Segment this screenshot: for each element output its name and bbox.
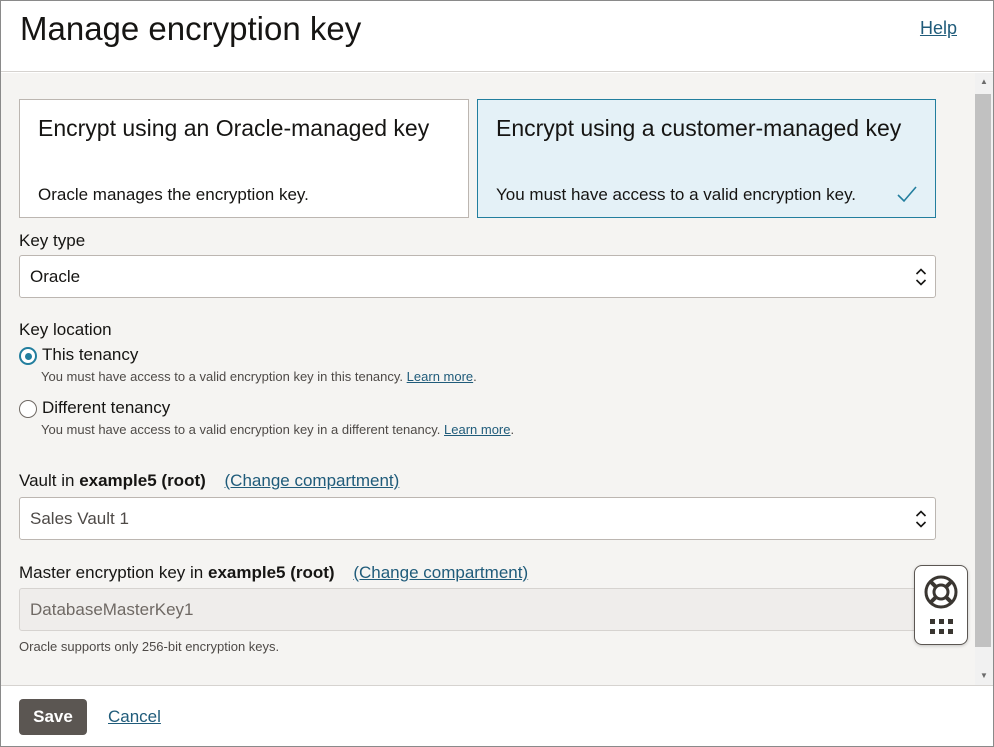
dialog-header: Manage encryption key Help xyxy=(1,1,993,72)
master-key-select[interactable]: DatabaseMasterKey1 xyxy=(19,588,936,631)
vault-select[interactable]: Sales Vault 1 xyxy=(19,497,936,540)
oracle-managed-key-option[interactable]: Encrypt using an Oracle-managed key Orac… xyxy=(19,99,469,218)
dialog-body: Encrypt using an Oracle-managed key Orac… xyxy=(1,73,975,685)
learn-more-link[interactable]: Learn more xyxy=(407,369,473,384)
lifebuoy-icon[interactable] xyxy=(923,574,959,610)
radio-help-text: You must have access to a valid encrypti… xyxy=(41,369,477,384)
radio-label: This tenancy xyxy=(42,345,139,364)
scroll-thumb[interactable] xyxy=(975,94,991,647)
vertical-scrollbar[interactable]: ▲ ▼ xyxy=(975,73,993,685)
dialog-footer: Save Cancel xyxy=(1,685,993,746)
option-description: You must have access to a valid encrypti… xyxy=(496,185,857,204)
scroll-down-arrow-icon[interactable]: ▼ xyxy=(975,667,993,685)
master-key-label: Master encryption key in example5 (root)… xyxy=(19,563,528,583)
help-text-end: . xyxy=(473,369,477,384)
vault-label: Vault in example5 (root) (Change compart… xyxy=(19,471,399,491)
updown-chevron-icon xyxy=(915,268,927,286)
key-type-select[interactable]: Oracle xyxy=(19,255,936,298)
help-link[interactable]: Help xyxy=(920,18,957,39)
page-title: Manage encryption key xyxy=(20,10,362,47)
radio-button[interactable] xyxy=(19,400,37,418)
vault-change-compartment-link[interactable]: (Change compartment) xyxy=(225,471,400,490)
help-text: You must have access to a valid encrypti… xyxy=(41,422,441,437)
radio-help-text: You must have access to a valid encrypti… xyxy=(41,422,514,437)
vault-value: Sales Vault 1 xyxy=(30,509,129,528)
learn-more-link[interactable]: Learn more xyxy=(444,422,510,437)
radio-label: Different tenancy xyxy=(42,398,171,417)
customer-managed-key-option[interactable]: Encrypt using a customer-managed key You… xyxy=(477,99,936,218)
support-widget[interactable] xyxy=(914,565,968,645)
master-key-change-compartment-link[interactable]: (Change compartment) xyxy=(353,563,528,582)
option-title: Encrypt using an Oracle-managed key xyxy=(38,115,430,141)
help-text-end: . xyxy=(510,422,515,437)
key-location-label: Key location xyxy=(19,320,112,339)
master-key-value: DatabaseMasterKey1 xyxy=(30,600,194,619)
key-type-value: Oracle xyxy=(30,267,81,286)
scroll-up-arrow-icon[interactable]: ▲ xyxy=(975,73,993,91)
help-text: You must have access to a valid encrypti… xyxy=(41,369,404,384)
radio-button-checked[interactable] xyxy=(19,347,37,365)
master-key-hint: Oracle supports only 256-bit encryption … xyxy=(19,639,280,654)
cancel-button[interactable]: Cancel xyxy=(108,707,161,727)
master-key-compartment: example5 (root) xyxy=(207,563,335,582)
vault-compartment: example5 (root) xyxy=(79,471,206,490)
option-description: Oracle manages the encryption key. xyxy=(38,185,309,204)
master-key-label-prefix: Master encryption key in xyxy=(19,563,204,582)
grid-icon[interactable] xyxy=(929,618,955,636)
check-icon xyxy=(897,186,917,203)
option-title: Encrypt using a customer-managed key xyxy=(496,115,902,141)
vault-label-prefix: Vault in xyxy=(19,471,75,490)
save-button[interactable]: Save xyxy=(19,699,87,735)
key-type-label: Key type xyxy=(19,231,86,250)
updown-chevron-icon xyxy=(915,510,927,528)
